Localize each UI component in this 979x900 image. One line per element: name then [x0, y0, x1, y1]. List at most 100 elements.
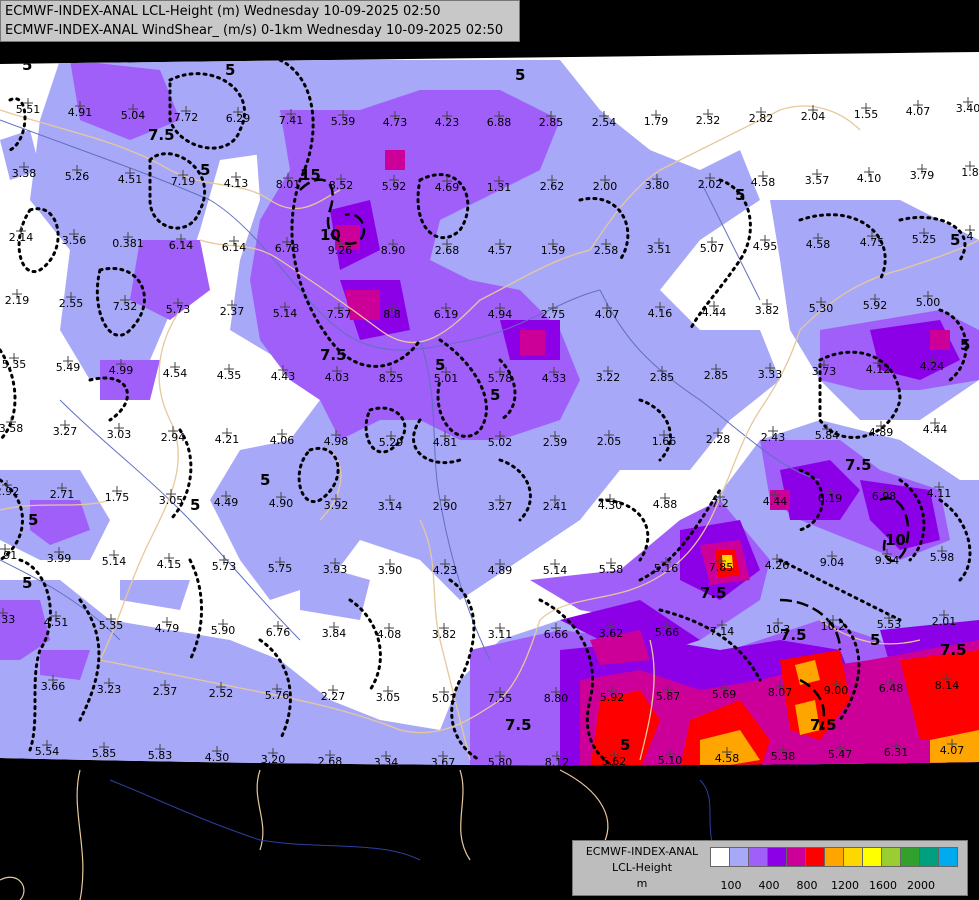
station-value: 5.92	[382, 180, 407, 193]
station-value: 4.07	[595, 308, 620, 321]
station-value: 8.14	[935, 679, 960, 692]
station-value: 4.54	[163, 367, 188, 380]
contour-label: 10	[885, 531, 906, 549]
station-value: 4.58	[806, 238, 831, 251]
station-value: 5.54	[35, 745, 60, 758]
station-value: 3.56	[62, 234, 87, 247]
station-value: 6.19	[818, 492, 843, 505]
title-line-windshear: ECMWF-INDEX-ANAL WindShear_ (m/s) 0-1km …	[5, 23, 504, 38]
station-value: 3.38	[12, 167, 37, 180]
legend-swatch	[919, 847, 939, 867]
station-value: 3.11	[488, 628, 513, 641]
contour-label: 7.5	[320, 346, 347, 364]
contour-label: 10	[320, 226, 341, 244]
legend-swatch	[938, 847, 958, 867]
station-value: 3.33	[758, 368, 783, 381]
station-value: 9.04	[820, 556, 845, 569]
station-value: 4.98	[324, 435, 349, 448]
station-value: 9.34	[875, 554, 900, 567]
station-value: 0.381	[112, 237, 144, 250]
station-value: 4.24	[920, 360, 945, 373]
station-value: 3.62	[599, 627, 624, 640]
station-value: 4.44	[763, 495, 788, 508]
station-value: 6.31	[884, 746, 909, 759]
contour-label: 7.5	[505, 716, 532, 734]
station-value: 4.21	[215, 433, 240, 446]
station-value: 4.06	[270, 434, 295, 447]
station-value: 4.23	[433, 564, 458, 577]
station-value: 2.19	[5, 294, 30, 307]
station-value: 10.2	[821, 620, 846, 633]
station-value: 6.14	[169, 239, 194, 252]
station-value: 5.76	[265, 689, 290, 702]
station-value: 8.52	[329, 179, 354, 192]
station-value: 4.90	[269, 497, 294, 510]
station-value: 4.44	[702, 306, 727, 319]
station-value: 3.93	[323, 563, 348, 576]
station-value: 7.85	[709, 561, 734, 574]
station-value: 4.44	[923, 423, 948, 436]
station-value: 5.73	[212, 560, 237, 573]
station-value: 4.88	[653, 498, 678, 511]
station-value: 3.91	[0, 549, 17, 562]
legend-tick-label: 400	[758, 879, 780, 892]
station-value: 5.35	[2, 358, 27, 371]
station-value: 2.02	[698, 178, 723, 191]
station-value: 3.84	[322, 627, 347, 640]
station-value: 5.29	[379, 436, 404, 449]
station-value: 5.14	[102, 555, 127, 568]
contour-label: 5	[28, 511, 38, 529]
station-value: 4.58	[751, 176, 776, 189]
station-value: 4.10	[857, 172, 882, 185]
station-value: 5.07	[700, 242, 725, 255]
legend-tick-label: 1200	[831, 879, 859, 892]
station-value: 5.01	[432, 692, 457, 705]
station-value: 4	[967, 230, 974, 243]
station-value: 4.35	[217, 369, 242, 382]
station-value: 3.82	[755, 304, 780, 317]
station-value: 4.79	[155, 622, 180, 635]
station-value: 4.33	[542, 372, 567, 385]
station-value: 3.58	[0, 422, 23, 435]
color-legend: ECMWF-INDEX-ANAL LCL-Height m 100 400 800 1…	[572, 840, 968, 896]
legend-swatch	[881, 847, 901, 867]
station-value: 5.16	[654, 562, 679, 575]
station-value: 2.75	[541, 308, 566, 321]
station-value: 4.23	[435, 116, 460, 129]
contour-label: 7.5	[845, 456, 872, 474]
station-value: 5.38	[771, 750, 796, 763]
station-value: 2.41	[543, 500, 568, 513]
station-value: 2.05	[597, 435, 622, 448]
station-value: 2.14	[9, 231, 34, 244]
station-value: 2.04	[801, 110, 826, 123]
station-value: 5.87	[656, 690, 681, 703]
station-value: 4.49	[214, 496, 239, 509]
contour-label: 5	[22, 574, 32, 592]
station-value: 2.37	[220, 305, 245, 318]
station-value: 3.57	[805, 174, 830, 187]
station-value: 2.90	[433, 500, 458, 513]
contour-label: 7.5	[700, 584, 727, 602]
station-value: 5.14	[273, 307, 298, 320]
contour-label: 7.5	[940, 641, 967, 659]
station-value: 3.05	[376, 691, 401, 704]
station-value: 7.14	[710, 625, 735, 638]
legend-swatch	[805, 847, 825, 867]
station-value: 2.32	[696, 114, 721, 127]
station-value: 3.22	[596, 371, 621, 384]
station-value: 8.01	[276, 178, 301, 191]
station-value: 3.66	[41, 680, 66, 693]
station-value: 4.07	[940, 744, 965, 757]
station-value: 4.08	[377, 628, 402, 641]
station-value: 4.89	[869, 426, 894, 439]
station-value: 5.39	[331, 115, 356, 128]
station-value: 5.00	[916, 296, 941, 309]
station-value: 3.79	[910, 169, 935, 182]
map-title-box: ECMWF-INDEX-ANAL LCL-Height (m) Wednesda…	[0, 0, 520, 42]
legend-tick-label: 1600	[869, 879, 897, 892]
station-value: 2.52	[209, 687, 234, 700]
station-value: 4.91	[68, 106, 93, 119]
station-value: 6.14	[222, 241, 247, 254]
station-value: 3.82	[432, 628, 457, 641]
station-value: 2.71	[50, 488, 75, 501]
